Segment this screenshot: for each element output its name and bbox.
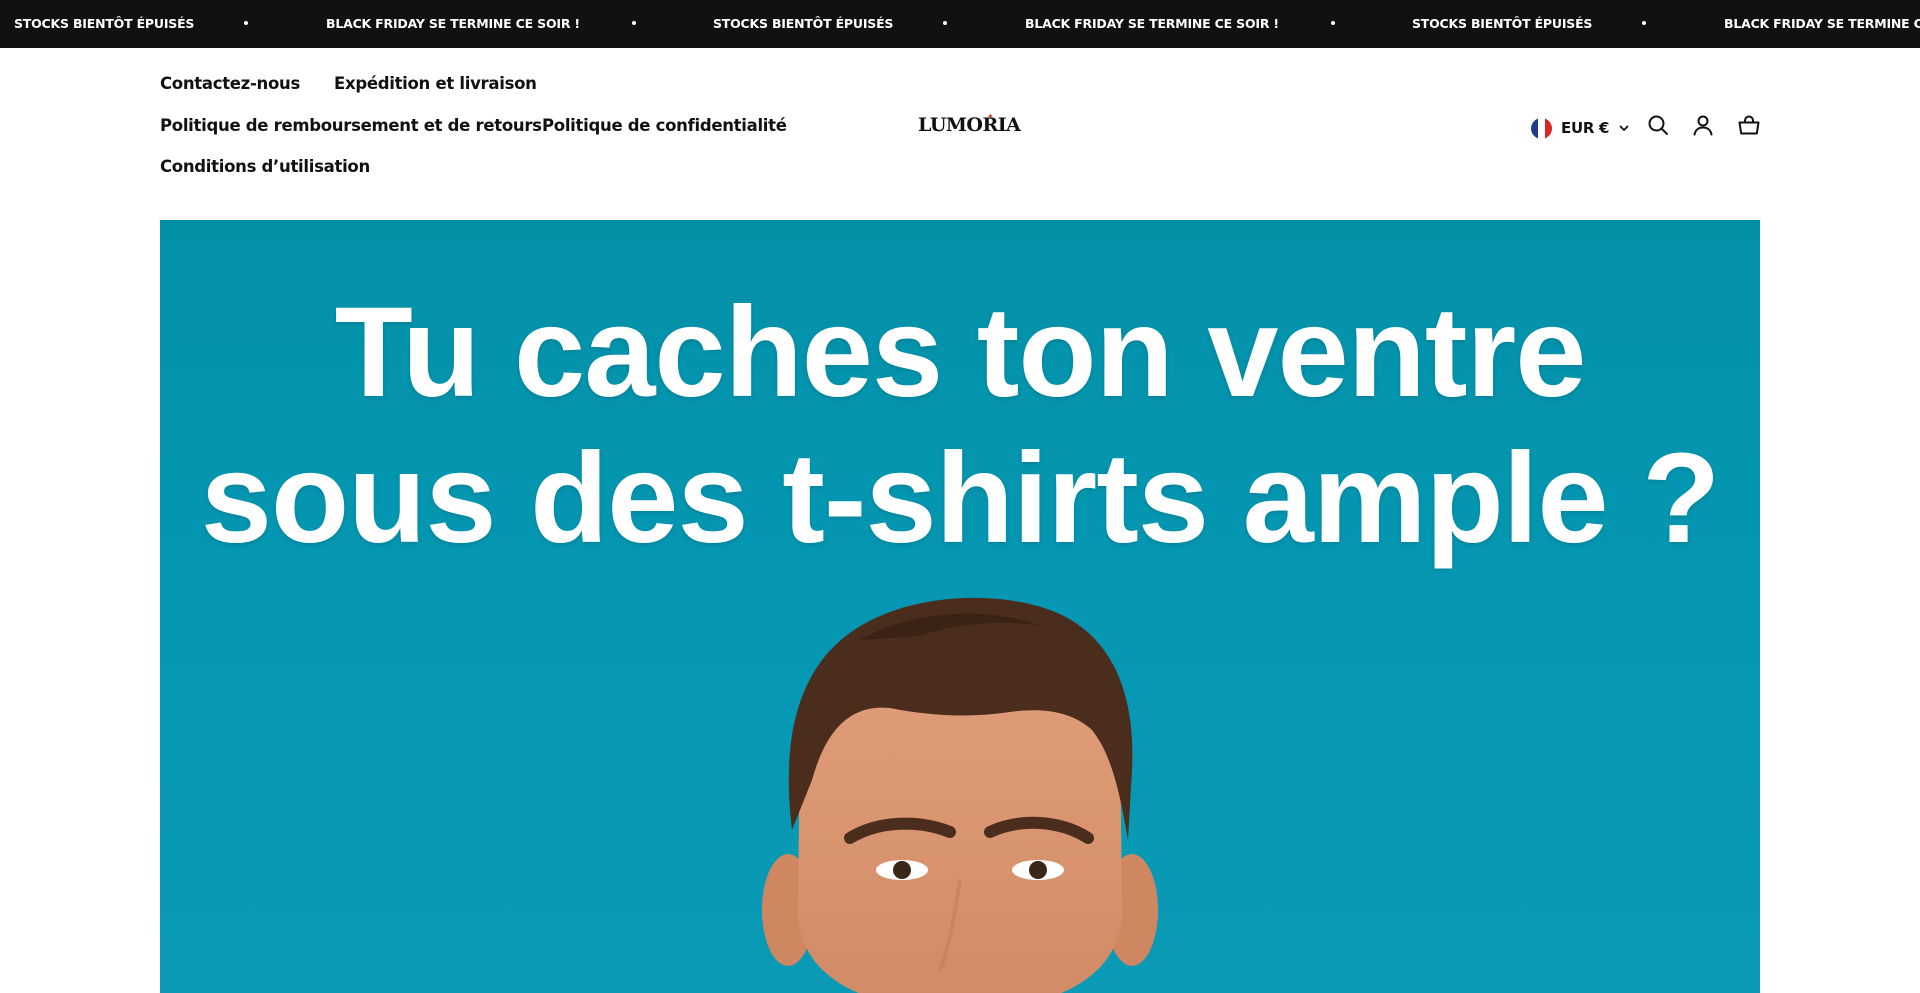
search-icon — [1648, 115, 1668, 135]
logo-text: LUMORIA — [918, 114, 1021, 136]
logo-star-icon: ✦ — [987, 112, 994, 121]
announcement-item: STOCKS BIENTÔT ÉPUISÉS — [1412, 16, 1593, 31]
currency-selector[interactable]: EUR € — [1531, 115, 1630, 141]
account-icon — [1693, 115, 1713, 136]
cart-button[interactable] — [1737, 113, 1761, 137]
hero-model-image — [762, 597, 1158, 993]
hero-headline-line-2: sous des t-shirts ample ? — [200, 427, 1721, 570]
brand-logo[interactable]: LUMORIA ✦ — [918, 111, 1021, 139]
announcement-item: STOCKS BIENTÔT ÉPUISÉS — [14, 16, 195, 31]
announcement-separator — [632, 21, 636, 25]
announcement-separator — [943, 21, 947, 25]
announcement-item: BLACK FRIDAY SE TERMINE CE SOIR ! — [1724, 16, 1920, 31]
announcement-item: BLACK FRIDAY SE TERMINE CE SOIR ! — [1025, 16, 1279, 31]
announcement-bar: STOCKS BIENTÔT ÉPUISÉS BLACK FRIDAY SE T… — [0, 0, 1920, 48]
search-button[interactable] — [1646, 113, 1670, 137]
nav-link-terms[interactable]: Conditions d’utilisation — [160, 157, 370, 177]
hero-headline: Tu caches ton ventre sous des t-shirts a… — [160, 280, 1760, 572]
nav-link-contact[interactable]: Contactez-nous — [160, 74, 300, 94]
site-header: Contactez-nous Expédition et livraison P… — [0, 48, 1920, 220]
nav-link-shipping[interactable]: Expédition et livraison — [334, 74, 537, 94]
announcement-track: STOCKS BIENTÔT ÉPUISÉS BLACK FRIDAY SE T… — [0, 0, 1920, 48]
hero-headline-line-1: Tu caches ton ventre — [334, 281, 1587, 424]
france-flag-icon — [1531, 117, 1552, 139]
announcement-item: BLACK FRIDAY SE TERMINE CE SOIR ! — [326, 16, 580, 31]
nav-link-refunds[interactable]: Politique de remboursement et de retours — [160, 116, 542, 136]
cart-icon — [1738, 115, 1760, 135]
announcement-separator — [1642, 21, 1646, 25]
announcement-separator — [244, 21, 248, 25]
announcement-item: STOCKS BIENTÔT ÉPUISÉS — [713, 16, 894, 31]
chevron-down-icon — [1619, 125, 1629, 131]
currency-label: EUR € — [1561, 119, 1610, 137]
account-button[interactable] — [1691, 113, 1715, 137]
nav-link-privacy[interactable]: Politique de confidentialité — [542, 116, 787, 136]
hero-banner[interactable]: Tu caches ton ventre sous des t-shirts a… — [160, 220, 1760, 993]
announcement-separator — [1331, 21, 1335, 25]
